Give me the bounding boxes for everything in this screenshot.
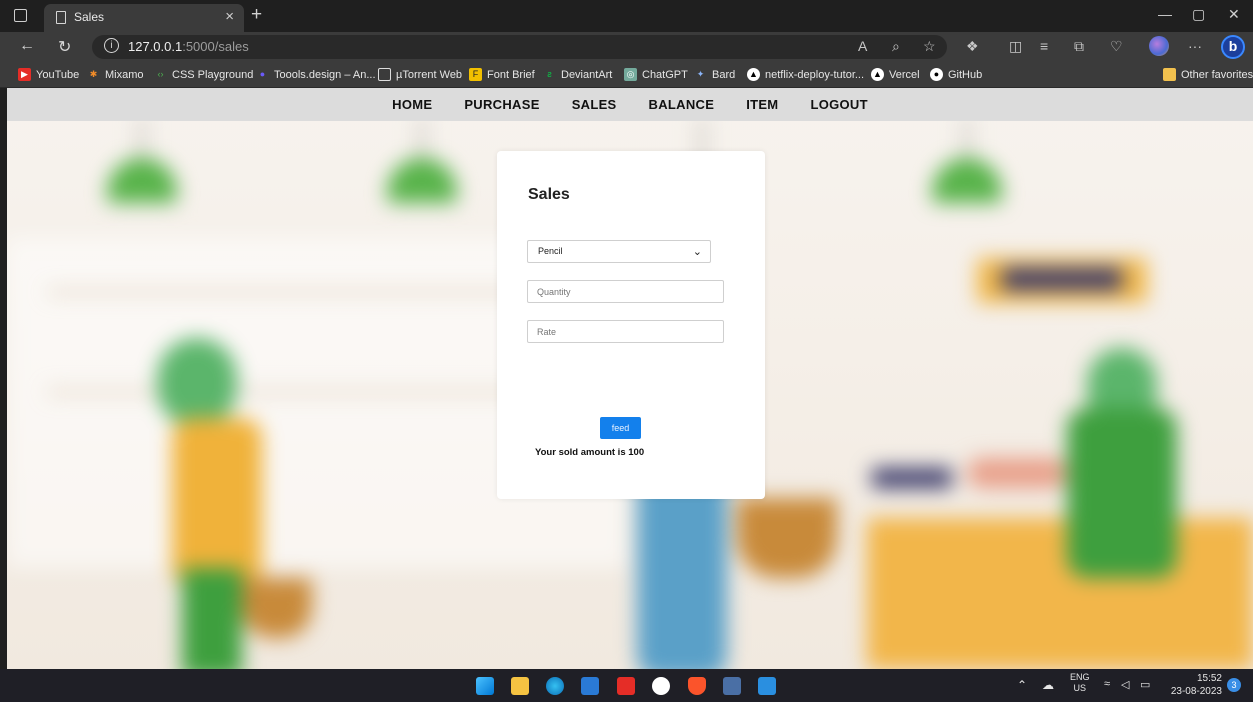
bookmark-bard[interactable]: ✦ Bard [694,68,736,81]
close-tab-icon[interactable]: × [225,8,234,25]
windows-taskbar: ⌃ ☁ ENG US ≈ ◁ ▭ 15:52 23-08-2023 3 [0,669,1253,702]
sales-form-card: Sales Pencil ⌄ feed Your sold amount is … [497,151,765,499]
clock[interactable]: 15:52 23-08-2023 [1167,672,1222,698]
back-icon[interactable]: ← [19,37,35,55]
page-viewport: HOME PURCHASE SALES BALANCE ITEM LOGOUT … [7,88,1253,669]
heart-icon[interactable]: ♡ [1110,38,1123,55]
weather-cloud-icon[interactable]: ☁ [1042,678,1054,692]
browser-tab-bar: Sales × + — ▢ ✕ [0,0,1253,32]
profile-avatar[interactable] [1149,36,1169,56]
feed-button[interactable]: feed [600,417,641,439]
address-toolbar: ← ↻ i 127.0.0.1:5000/sales A ⌕ ☆ ❖ ◫ ≡ ⧉… [0,32,1253,62]
wifi-icon[interactable]: ≈ [1104,678,1110,690]
collections-icon[interactable]: ⧉ [1074,38,1084,55]
bard-icon: ✦ [696,69,705,79]
youtube-app-icon[interactable] [617,677,635,695]
page-icon [56,11,66,24]
mixamo-icon: ✱ [89,69,98,79]
refresh-icon[interactable]: ↻ [58,37,71,57]
more-menu-icon[interactable]: ··· [1188,38,1202,54]
quantity-input[interactable] [527,280,724,303]
nav-balance[interactable]: BALANCE [633,97,731,112]
file-explorer-icon[interactable] [511,677,529,695]
nav-item[interactable]: ITEM [730,97,794,112]
nav-home[interactable]: HOME [376,97,448,112]
folder-icon [1163,68,1176,81]
vercel-icon: ▲ [871,68,884,81]
bookmark-mixamo[interactable]: ✱ Mixamo [87,68,144,81]
extensions-icon[interactable]: ❖ [966,38,979,55]
url-text[interactable]: 127.0.0.1:5000/sales [128,39,249,54]
code-icon: ‹› [157,69,164,79]
bookmark-chatgpt[interactable]: ◎ ChatGPT [624,68,688,81]
close-window-icon[interactable]: ✕ [1228,6,1240,23]
nav-logout[interactable]: LOGOUT [794,97,883,112]
bookmark-utorrent[interactable]: µTorrent Web [378,68,462,81]
item-select-value: Pencil [538,246,563,256]
rate-input[interactable] [527,320,724,343]
youtube-icon: ▶ [18,68,31,81]
nav-sales[interactable]: SALES [556,97,633,112]
deviantart-icon: ƨ [547,69,552,79]
site-info-icon[interactable]: i [104,38,119,53]
split-screen-icon[interactable]: ◫ [1009,38,1022,55]
chevron-down-icon: ⌄ [692,246,702,258]
bookmarks-bar: ▶ YouTube ✱ Mixamo ‹› CSS Playground ● Toool… [0,62,1253,88]
site-navbar: HOME PURCHASE SALES BALANCE ITEM LOGOUT [7,88,1253,121]
windows-start-icon[interactable] [476,677,494,695]
toools-icon: ● [259,69,266,79]
other-favorites[interactable]: Other favorites [1163,68,1253,81]
form-title: Sales [528,186,570,203]
github-icon: ● [930,68,943,81]
show-hidden-icons[interactable]: ⌃ [1017,678,1027,692]
volume-icon[interactable]: ◁ [1121,678,1129,691]
vscode-icon[interactable] [758,677,776,695]
bookmark-font-brief[interactable]: F Font Brief [469,68,535,81]
restore-icon[interactable]: ▢ [1192,6,1205,23]
vercel-icon: ▲ [747,68,760,81]
browser-tab[interactable]: Sales × [44,4,244,32]
bookmark-deviantart[interactable]: ƨ DeviantArt [543,68,612,81]
favorites-icon[interactable]: ≡ [1040,38,1048,54]
read-aloud-icon[interactable]: A [858,38,867,54]
notification-badge[interactable]: 3 [1227,678,1241,692]
brave-icon[interactable] [688,677,706,695]
bookmark-css-playground[interactable]: ‹› CSS Playground [154,68,254,81]
store-icon[interactable] [581,677,599,695]
language-indicator[interactable]: ENG US [1070,672,1090,694]
github-app-icon[interactable] [652,677,670,695]
nav-purchase[interactable]: PURCHASE [448,97,555,112]
zoom-icon[interactable]: ⌕ [892,38,900,55]
tab-actions-icon[interactable] [14,9,27,22]
sold-amount-text: Your sold amount is 100 [535,447,645,458]
edge-icon[interactable] [546,677,564,695]
new-tab-icon[interactable]: + [251,4,262,26]
bing-icon[interactable]: b [1221,35,1245,59]
battery-icon[interactable]: ▭ [1140,678,1150,691]
chatgpt-icon: ◎ [624,68,637,81]
bookmark-github[interactable]: ● GitHub [930,68,982,81]
tab-title: Sales [74,10,105,24]
font-brief-icon: F [469,68,482,81]
bookmark-netflix-deploy[interactable]: ▲ netflix-deploy-tutor... [747,68,864,81]
bookmark-toools-design[interactable]: ● Toools.design – An... [256,68,376,81]
bookmark-youtube[interactable]: ▶ YouTube [18,68,79,81]
address-bar[interactable]: i 127.0.0.1:5000/sales [92,35,947,59]
page-icon [378,68,391,81]
app-icon[interactable] [723,677,741,695]
bookmark-vercel[interactable]: ▲ Vercel [871,68,920,81]
favorite-star-icon[interactable]: ☆ [923,38,936,55]
item-select[interactable]: Pencil ⌄ [527,240,711,263]
minimize-icon[interactable]: — [1158,6,1172,22]
